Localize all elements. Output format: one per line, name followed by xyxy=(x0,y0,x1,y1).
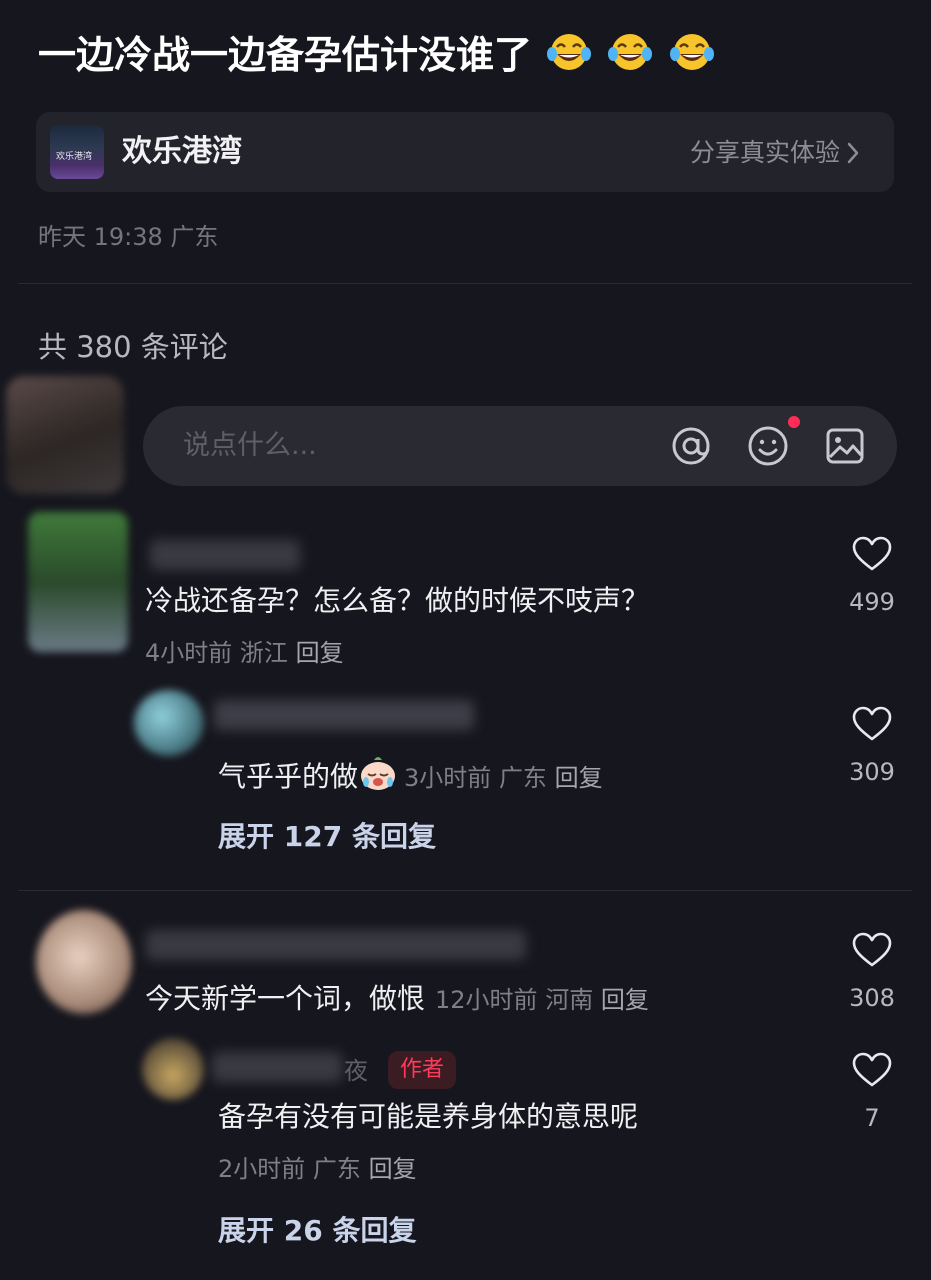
commenter-name[interactable] xyxy=(146,930,526,960)
heart-icon[interactable] xyxy=(852,1052,892,1088)
reply-button[interactable]: 回复 xyxy=(601,986,649,1014)
post-page: 一边冷战一边备孕估计没谁了 欢乐港湾 欢乐港湾 分享真实体验 昨天 19:38 … xyxy=(0,0,931,1280)
avatar[interactable] xyxy=(36,910,132,1014)
notification-dot xyxy=(788,416,800,428)
comment-text: 今天新学一个词，做恨 12小时前 河南 回复 xyxy=(145,982,649,1015)
crying-face-emoji-icon xyxy=(358,754,398,802)
image-icon[interactable] xyxy=(824,425,866,467)
comment-meta: 12小时前 河南 回复 xyxy=(435,986,649,1014)
tears-of-joy-emoji-icon xyxy=(606,30,654,85)
topic-card[interactable]: 欢乐港湾 欢乐港湾 分享真实体验 xyxy=(36,112,894,192)
heart-icon[interactable] xyxy=(852,706,892,742)
expand-replies-button[interactable]: 展开 26 条回复 xyxy=(218,1212,416,1250)
comment-input[interactable]: 说点什么... xyxy=(143,406,897,486)
like-count: 309 xyxy=(849,758,895,786)
tears-of-joy-emoji-icon xyxy=(545,30,593,85)
avatar xyxy=(6,376,124,494)
divider xyxy=(18,283,912,284)
reply-button[interactable]: 回复 xyxy=(555,764,603,792)
avatar[interactable] xyxy=(134,690,204,756)
like-count: 308 xyxy=(849,984,895,1012)
divider xyxy=(18,890,912,891)
topic-name: 欢乐港湾 xyxy=(122,134,242,169)
topic-thumbnail-text: 欢乐港湾 xyxy=(56,152,93,162)
comment-input-placeholder: 说点什么... xyxy=(183,430,317,461)
commenter-name[interactable] xyxy=(212,1052,342,1082)
topic-thumbnail: 欢乐港湾 xyxy=(50,125,104,179)
avatar[interactable] xyxy=(142,1038,204,1100)
expand-replies-button[interactable]: 展开 127 条回复 xyxy=(218,818,436,856)
post-title-text: 一边冷战一边备孕估计没谁了 xyxy=(38,33,533,77)
heart-icon[interactable] xyxy=(852,536,892,572)
mention-icon[interactable] xyxy=(670,425,712,467)
post-title: 一边冷战一边备孕估计没谁了 xyxy=(38,30,716,85)
comment-meta: 4小时前 浙江 回复 xyxy=(145,639,344,667)
author-badge: 作者 xyxy=(388,1051,457,1089)
reply-text: 气乎乎的做 3小时前 广东 回复 xyxy=(218,754,603,802)
topic-action-label[interactable]: 分享真实体验 xyxy=(690,136,840,170)
like-count: 7 xyxy=(864,1104,880,1132)
tears-of-joy-emoji-icon xyxy=(668,30,716,85)
like-count: 499 xyxy=(849,588,895,616)
post-meta: 昨天 19:38 广东 xyxy=(38,223,219,251)
chevron-right-icon xyxy=(847,142,859,164)
heart-icon[interactable] xyxy=(852,932,892,968)
commenter-name[interactable] xyxy=(214,700,474,730)
comment-text: 冷战还备孕？怎么备？做的时候不吱声？ xyxy=(145,584,650,617)
comment-count: 共 380 条评论 xyxy=(38,330,228,364)
reply-button[interactable]: 回复 xyxy=(369,1155,417,1183)
reply-meta: 3小时前 广东 回复 xyxy=(404,764,603,792)
reply-meta: 2小时前 广东 回复 xyxy=(218,1155,417,1183)
reply-button[interactable]: 回复 xyxy=(296,639,344,667)
reply-text: 备孕有没有可能是养身体的意思呢 xyxy=(218,1100,639,1133)
commenter-name-partial[interactable]: 夜 xyxy=(344,1054,368,1088)
commenter-name[interactable] xyxy=(150,540,300,570)
emoji-icon[interactable] xyxy=(747,425,789,467)
avatar[interactable] xyxy=(28,512,128,652)
